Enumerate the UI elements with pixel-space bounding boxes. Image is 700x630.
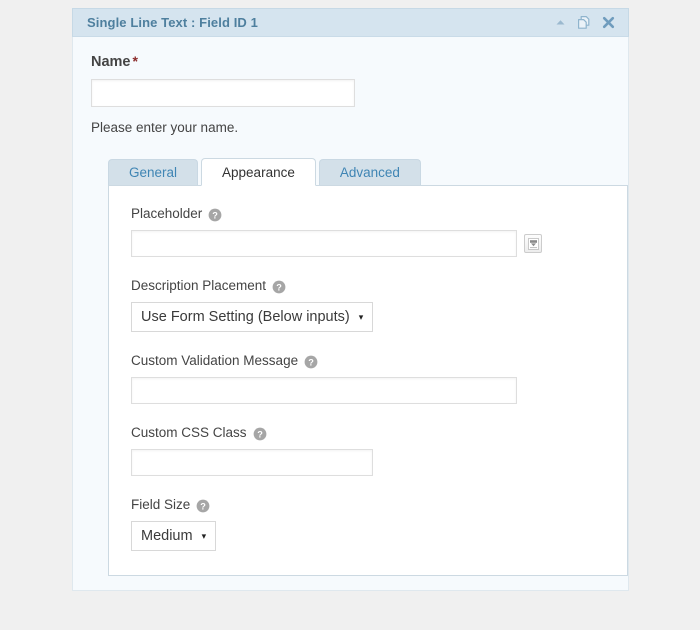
name-input[interactable] [91, 79, 355, 107]
help-icon[interactable]: ? [208, 208, 222, 222]
setting-custom-validation-message: Custom Validation Message ? [131, 353, 627, 404]
placeholder-input-row [131, 230, 627, 257]
setting-description-placement: Description Placement ? Use Form Setting… [131, 278, 627, 332]
appearance-tab-panel: Placeholder ? Description Placement ? Us… [108, 185, 628, 576]
merge-tag-icon[interactable] [524, 234, 542, 253]
description-placement-label-text: Description Placement [131, 278, 267, 293]
custom-css-class-label: Custom CSS Class ? [131, 425, 627, 440]
svg-text:?: ? [200, 501, 206, 511]
field-size-label: Field Size ? [131, 497, 627, 512]
setting-custom-css-class: Custom CSS Class ? [131, 425, 627, 476]
field-size-select[interactable]: Medium ▾ [131, 521, 217, 551]
svg-text:?: ? [212, 210, 218, 220]
description-placement-select[interactable]: Use Form Setting (Below inputs) ▾ [131, 302, 374, 332]
settings-tabs: General Appearance Advanced [108, 157, 610, 186]
tab-advanced[interactable]: Advanced [318, 159, 421, 185]
field-label-text: Name [91, 54, 131, 70]
required-indicator: * [132, 53, 138, 69]
page-title: Single Line Text : Field ID 1 [87, 15, 258, 30]
help-icon[interactable]: ? [272, 280, 286, 294]
placeholder-input[interactable] [131, 230, 517, 257]
duplicate-icon[interactable] [576, 15, 592, 31]
close-icon[interactable] [601, 15, 616, 30]
chevron-down-icon: ▾ [201, 530, 207, 541]
custom-css-class-input[interactable] [131, 449, 373, 476]
setting-field-size: Field Size ? Medium ▾ [131, 497, 627, 551]
panel-header: Single Line Text : Field ID 1 [72, 8, 629, 37]
setting-placeholder: Placeholder ? [131, 206, 627, 257]
description-placement-value: Use Form Setting (Below inputs) [141, 309, 350, 325]
placeholder-label-text: Placeholder [131, 206, 203, 221]
tab-appearance[interactable]: Appearance [201, 158, 316, 186]
svg-text:?: ? [308, 357, 314, 367]
panel-body: Name * Please enter your name. General Ap… [73, 37, 628, 590]
field-description: Please enter your name. [91, 120, 239, 135]
custom-validation-message-label: Custom Validation Message ? [131, 353, 627, 368]
collapse-icon[interactable] [554, 16, 567, 29]
help-icon[interactable]: ? [253, 427, 267, 441]
help-icon[interactable]: ? [196, 499, 210, 513]
help-icon[interactable]: ? [304, 355, 318, 369]
field-size-label-text: Field Size [131, 497, 191, 512]
custom-validation-message-label-text: Custom Validation Message [131, 353, 299, 368]
field-size-value: Medium [141, 528, 193, 544]
custom-css-class-label-text: Custom CSS Class [131, 425, 247, 440]
field-label: Name * [91, 53, 610, 70]
description-placement-label: Description Placement ? [131, 278, 627, 293]
header-icon-group [554, 15, 616, 31]
svg-text:?: ? [257, 429, 263, 439]
tab-general[interactable]: General [108, 159, 199, 185]
chevron-down-icon: ▾ [358, 311, 364, 322]
field-settings-panel: Single Line Text : Field ID 1 Name * Ple… [72, 8, 629, 591]
svg-text:?: ? [276, 282, 282, 292]
custom-validation-message-input[interactable] [131, 377, 517, 404]
placeholder-label: Placeholder ? [131, 206, 627, 221]
